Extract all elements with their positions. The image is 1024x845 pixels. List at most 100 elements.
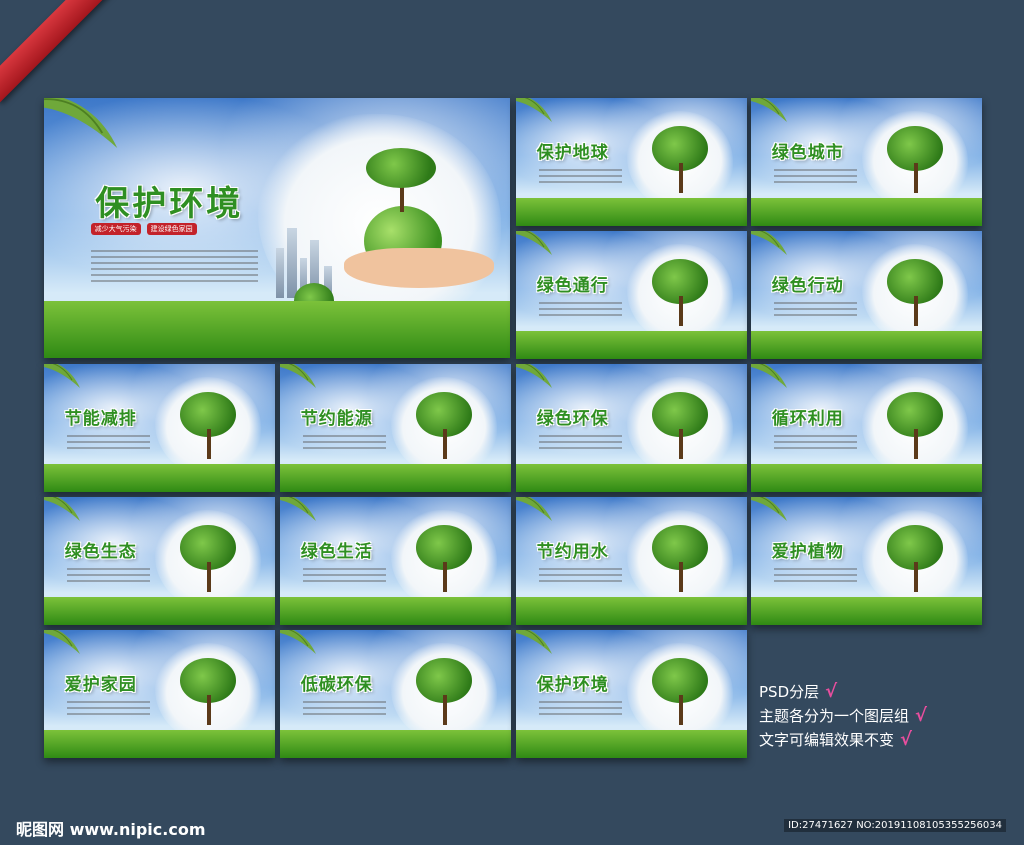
palm-leaf-icon (751, 497, 787, 521)
grass-fuel-pump-icon (409, 392, 478, 466)
palm-leaf-icon (751, 364, 787, 388)
palm-leaf-icon (516, 630, 552, 654)
grass-field (751, 330, 982, 359)
card-title: 节约用水 (536, 541, 609, 562)
body-text-lines (539, 431, 623, 453)
grass-field (516, 596, 747, 625)
palm-leaf-icon (280, 497, 316, 521)
card-title: 保护环境 (536, 674, 609, 695)
tree-people-icon (645, 392, 714, 466)
site-logo[interactable]: 昵图网 www.nipic.com (16, 816, 206, 840)
grass-house-icon (173, 658, 242, 732)
palm-leaf-icon (516, 98, 552, 122)
card-title: 低碳环保 (300, 674, 373, 695)
cupped-hands-icon (344, 248, 494, 288)
palm-leaf-icon (516, 497, 552, 521)
poster-card[interactable]: 节约用水 (516, 497, 747, 625)
poster-card[interactable]: 爱护植物 (751, 497, 982, 625)
bonsai-tree-icon (366, 148, 436, 188)
palm-leaf-icon (751, 98, 787, 122)
grass-field (751, 197, 982, 226)
body-text-lines (774, 564, 858, 586)
feature-note: 文字可编辑效果不变 √ (759, 729, 913, 750)
poster-card[interactable]: 节能减排 (44, 364, 275, 492)
grass-field (751, 596, 982, 625)
grass-field (44, 729, 275, 758)
palm-leaf-icon (44, 497, 80, 521)
corner-ribbon (0, 0, 121, 103)
card-title: 爱护家园 (64, 674, 137, 695)
palm-leaf-icon (44, 364, 80, 388)
poster-card[interactable]: 爱护家园 (44, 630, 275, 758)
poster-card[interactable]: 节约能源 (280, 364, 511, 492)
poster-card[interactable]: 绿色环保 (516, 364, 747, 492)
poster-card[interactable]: 保护环境 (516, 630, 747, 758)
body-text-lines (539, 564, 623, 586)
card-title: 绿色行动 (771, 275, 844, 296)
card-title: 绿色城市 (771, 142, 844, 163)
body-text-lines (303, 564, 387, 586)
body-text-lines (774, 298, 858, 320)
grass-car-icon (409, 658, 478, 732)
feature-notes: PSD分层 √ 主题各分为一个图层组 √ 文字可编辑效果不变 √ (759, 680, 927, 752)
body-text-lines (539, 298, 623, 320)
green-battery-icon (645, 259, 714, 333)
body-text-lines (90, 246, 259, 286)
body-text-lines (539, 165, 623, 187)
card-title: 绿色生活 (300, 541, 373, 562)
image-id-label: ID:27471627 NO:20191108105355256034 (784, 819, 1006, 832)
main-card[interactable]: 保护环境 减少大气污染 建设绿色家园 (44, 98, 510, 358)
palm-leaf-icon (44, 630, 80, 654)
card-title: 保护地球 (536, 142, 609, 163)
city-buildings (287, 228, 297, 298)
slogan-badge: 建设绿色家园 (146, 222, 197, 235)
globe-hand-icon (645, 126, 714, 200)
body-text-lines (539, 697, 623, 719)
poster-card[interactable]: 绿色生活 (280, 497, 511, 625)
card-title: 绿色生态 (64, 541, 137, 562)
grass-field (44, 463, 275, 492)
green-car-icon (173, 392, 242, 466)
body-text-lines (303, 431, 387, 453)
card-title: 节能减排 (64, 408, 137, 429)
poster-card[interactable]: 绿色生态 (44, 497, 275, 625)
grass-field (516, 463, 747, 492)
grass-field (280, 596, 511, 625)
palm-leaf-icon (751, 231, 787, 255)
grass-field (516, 729, 747, 758)
check-mark-icon: √ (900, 729, 913, 750)
poster-card[interactable]: 循环利用 (751, 364, 982, 492)
city-buildings (276, 248, 284, 298)
palm-leaf-icon (516, 364, 552, 388)
poster-card[interactable]: 保护地球 (516, 98, 747, 226)
feature-note: PSD分层 √ (759, 681, 838, 702)
body-text-lines (67, 431, 151, 453)
slogan-badge: 减少大气污染 (90, 222, 141, 235)
recycle-arrows-icon (880, 392, 949, 466)
recycle-bin-tree-icon (409, 525, 478, 599)
floating-island-icon (880, 525, 949, 599)
body-text-lines (67, 564, 151, 586)
grass-field (44, 300, 510, 358)
palm-leaf-icon (280, 630, 316, 654)
slogan-badges: 减少大气污染 建设绿色家园 (90, 222, 197, 235)
green-city-icon (880, 126, 949, 200)
heart-hands-icon (880, 259, 949, 333)
poster-card[interactable]: 绿色城市 (751, 98, 982, 226)
card-title: 绿色环保 (536, 408, 609, 429)
card-title: 爱护植物 (771, 541, 844, 562)
palm-leaf-icon (280, 364, 316, 388)
check-mark-icon: √ (825, 681, 838, 702)
card-title: 保护环境 (95, 184, 244, 224)
body-text-lines (774, 431, 858, 453)
body-text-lines (774, 165, 858, 187)
feature-note: 主题各分为一个图层组 √ (759, 705, 928, 726)
card-title: 节约能源 (300, 408, 373, 429)
poster-card[interactable]: 绿色通行 (516, 231, 747, 359)
grass-field (280, 729, 511, 758)
grass-field (516, 330, 747, 359)
poster-card[interactable]: 绿色行动 (751, 231, 982, 359)
poster-card[interactable]: 低碳环保 (280, 630, 511, 758)
body-text-lines (303, 697, 387, 719)
globe-hand-icon (645, 658, 714, 732)
